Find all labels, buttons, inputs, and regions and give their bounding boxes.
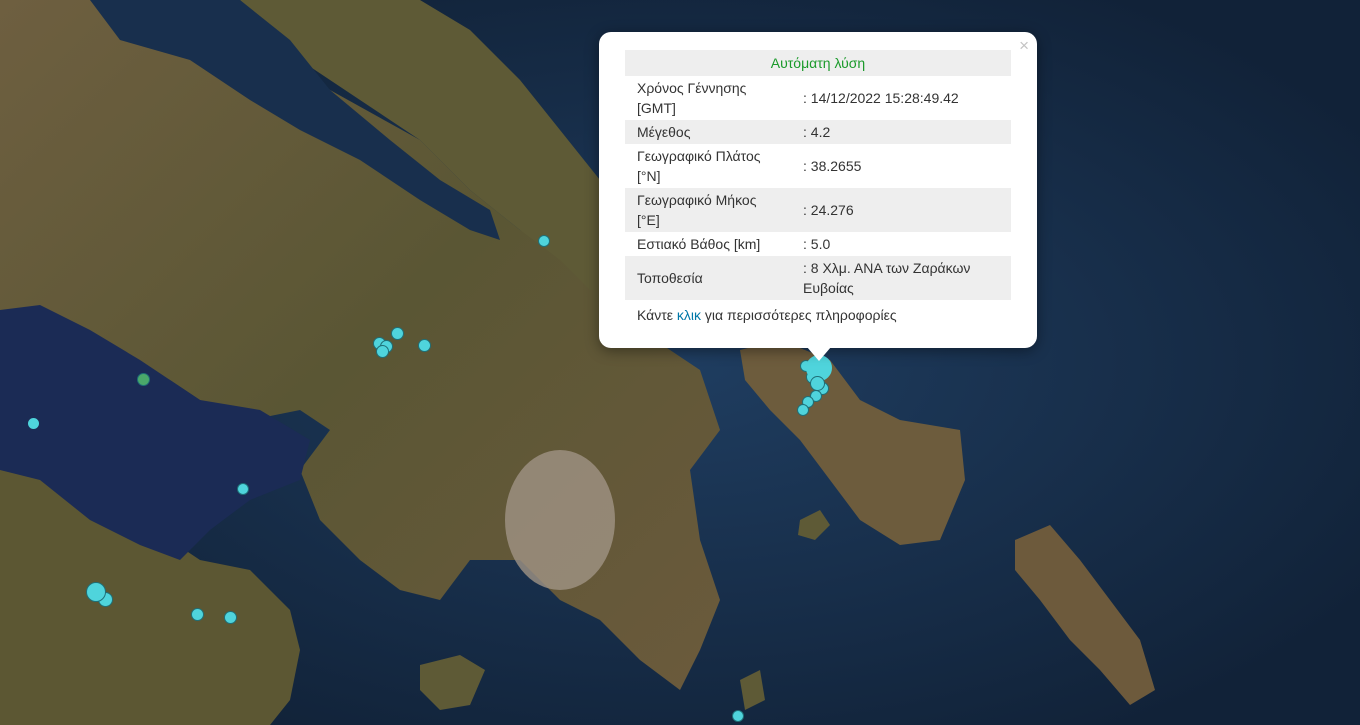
more-info-link[interactable]: κλικ [677, 307, 701, 323]
depth-label: Εστιακό Βάθος [km] [637, 236, 761, 252]
table-row: Γεωγραφικό Μήκος [°E] : 24.276 [625, 188, 1011, 232]
earthquake-details-table: Αυτόματη λύση Χρόνος Γέννησης [GMT] : 14… [625, 50, 1011, 300]
table-row: Γεωγραφικό Πλάτος [°N] : 38.2655 [625, 144, 1011, 188]
athens-urban [505, 450, 615, 590]
earthquake-marker[interactable] [732, 710, 744, 722]
earthquake-marker[interactable] [376, 345, 389, 358]
earthquake-marker[interactable] [86, 582, 106, 602]
origin-time-value: : 14/12/2022 15:28:49.42 [803, 90, 959, 106]
origin-time-label: Χρόνος Γέννησης [GMT] [637, 80, 747, 116]
longitude-label: Γεωγραφικό Μήκος [°E] [625, 188, 787, 232]
more-info-suffix: για περισσότερες πληροφορίες [701, 307, 897, 323]
table-row: Μέγεθος : 4.2 [625, 120, 1011, 144]
table-row: Χρόνος Γέννησης [GMT] : 14/12/2022 15:28… [625, 76, 1011, 120]
earthquake-marker[interactable] [418, 339, 431, 352]
location-value: : 8 Χλμ. ΑΝΑ των Ζαράκων Ευβοίας [787, 256, 1011, 300]
earthquake-marker[interactable] [538, 235, 550, 247]
more-info-prefix: Κάντε [637, 307, 677, 323]
earthquake-marker[interactable] [237, 483, 249, 495]
depth-value: : 5.0 [803, 236, 831, 252]
table-row: Τοποθεσία : 8 Χλμ. ΑΝΑ των Ζαράκων Ευβοί… [625, 256, 1011, 300]
earthquake-marker[interactable] [28, 418, 39, 429]
more-info-text: Κάντε κλικ για περισσότερες πληροφορίες [637, 307, 897, 323]
magnitude-label: Μέγεθος [625, 120, 787, 144]
earthquake-info-popup: × Αυτόματη λύση Χρόνος Γέννησης [GMT] : … [599, 32, 1037, 348]
earthquake-marker[interactable] [797, 404, 809, 416]
earthquake-marker[interactable] [224, 611, 237, 624]
popup-pointer [807, 347, 831, 361]
magnitude-value: : 4.2 [787, 120, 1011, 144]
earthquake-marker[interactable] [810, 376, 825, 391]
longitude-value: : 24.276 [787, 188, 1011, 232]
location-label: Τοποθεσία [625, 256, 787, 300]
earthquake-marker[interactable] [191, 608, 204, 621]
earthquake-marker[interactable] [137, 373, 150, 386]
table-row: Εστιακό Βάθος [km] : 5.0 [625, 232, 1011, 256]
close-icon[interactable]: × [1019, 36, 1029, 56]
popup-title: Αυτόματη λύση [625, 50, 1011, 76]
latitude-value: : 38.2655 [803, 158, 862, 174]
latitude-label: Γεωγραφικό Πλάτος [°N] [637, 148, 761, 184]
earthquake-marker[interactable] [391, 327, 404, 340]
